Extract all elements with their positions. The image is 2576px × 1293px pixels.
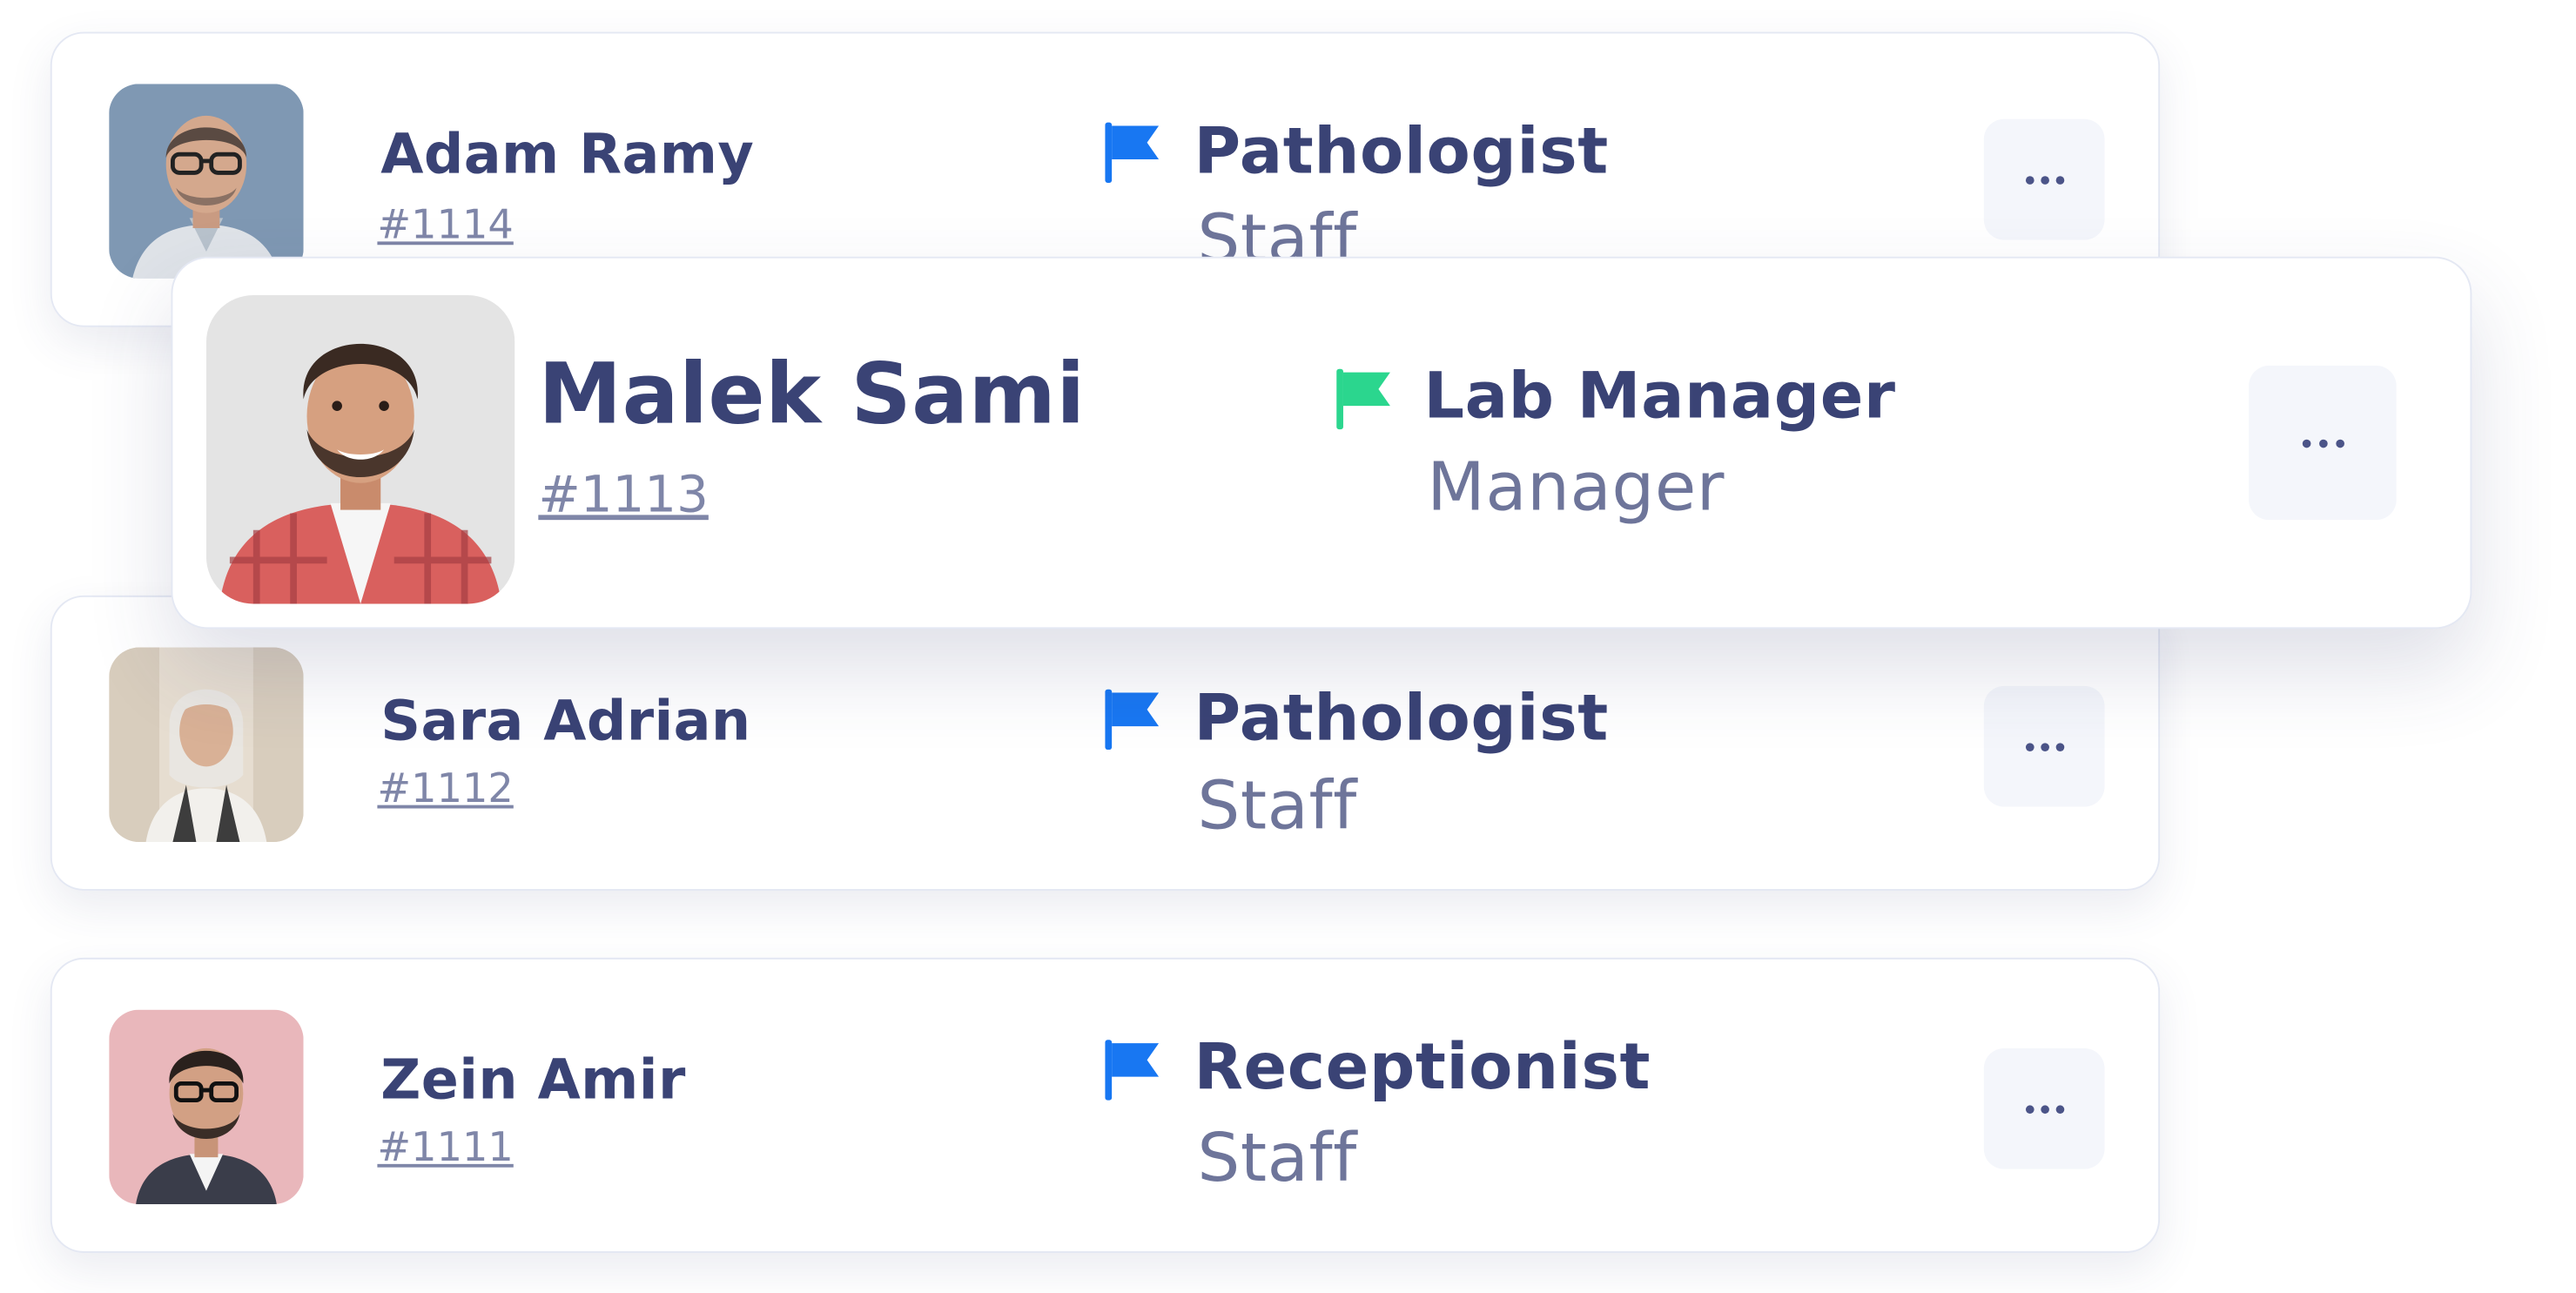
more-horizontal-icon xyxy=(2025,175,2064,184)
more-horizontal-icon xyxy=(2025,742,2064,751)
more-options-button[interactable] xyxy=(1983,118,2105,240)
avatar xyxy=(205,295,515,604)
flag-icon xyxy=(1333,366,1393,433)
more-options-button[interactable] xyxy=(1983,685,2105,807)
more-options-button[interactable] xyxy=(1983,1047,2105,1169)
staff-name: Adam Ramy xyxy=(380,120,755,186)
staff-role: Pathologist xyxy=(1194,681,1609,755)
staff-level: Staff xyxy=(1197,768,1357,845)
flag-icon xyxy=(1102,119,1162,186)
avatar xyxy=(109,1009,304,1205)
staff-id-link[interactable]: #1112 xyxy=(377,764,513,811)
avatar xyxy=(109,647,304,843)
staff-role: Lab Manager xyxy=(1423,359,1896,433)
staff-name: Zein Amir xyxy=(380,1047,686,1113)
staff-card-featured[interactable]: Malek Sami #1113 Lab Manager Manager xyxy=(171,256,2472,630)
staff-id-link[interactable]: #1111 xyxy=(377,1124,513,1171)
flag-icon xyxy=(1102,1036,1162,1103)
staff-name: Malek Sami xyxy=(538,345,1086,443)
avatar-photo-zein-amir xyxy=(109,1009,304,1205)
staff-role: Receptionist xyxy=(1194,1029,1651,1104)
staff-level-clip: Staff xyxy=(52,194,2158,258)
staff-card[interactable]: Zein Amir #1111 Receptionist Staff xyxy=(50,957,2161,1253)
flag-icon xyxy=(1102,686,1162,753)
staff-card[interactable]: Sara Adrian #1112 Pathologist Staff xyxy=(50,595,2161,891)
staff-level: Staff xyxy=(1197,1120,1357,1198)
more-horizontal-icon xyxy=(2301,438,2344,448)
more-horizontal-icon xyxy=(2025,1104,2064,1114)
avatar-photo-malek-sami xyxy=(205,295,515,604)
staff-role: Pathologist xyxy=(1194,113,1609,188)
staff-level: Staff xyxy=(1197,201,1357,259)
staff-level: Manager xyxy=(1427,449,1725,527)
more-options-button[interactable] xyxy=(2249,365,2397,521)
avatar-photo-sara-adrian xyxy=(109,647,304,843)
staff-name: Sara Adrian xyxy=(380,687,751,753)
staff-list: Adam Ramy #1114 Pathologist Staff Sara A… xyxy=(0,0,2576,1293)
staff-id-link[interactable]: #1113 xyxy=(538,467,708,525)
